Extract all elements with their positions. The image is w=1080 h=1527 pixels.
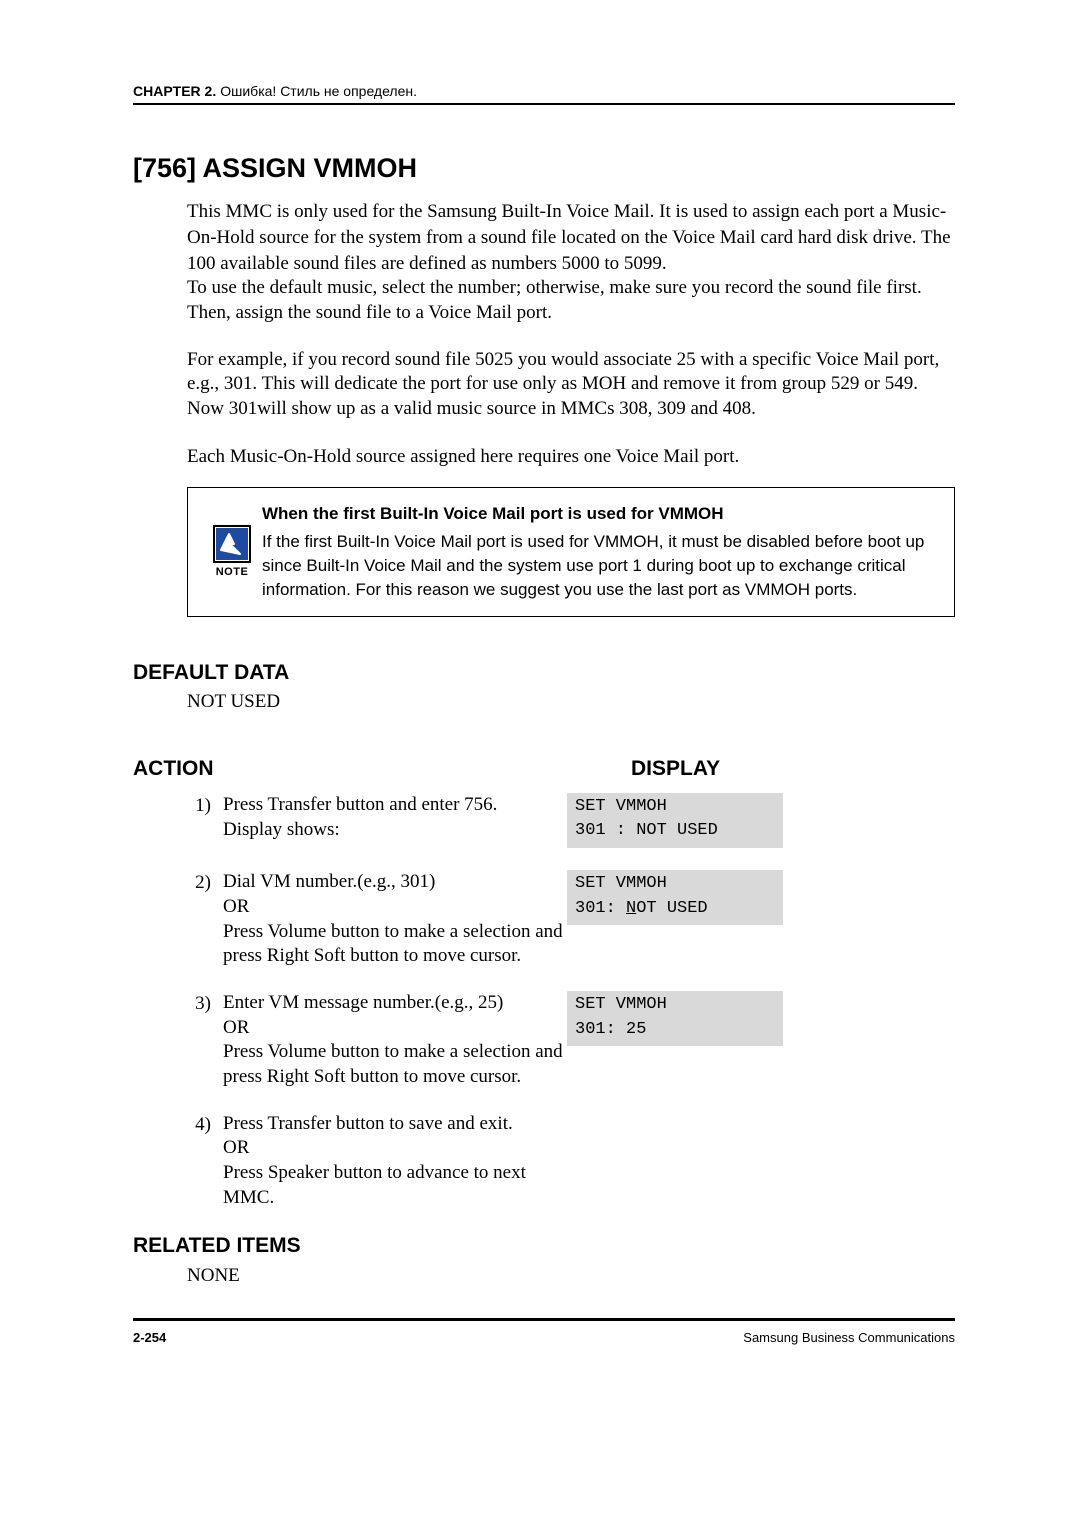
step-number: 2) bbox=[187, 870, 223, 969]
display-line: SET VMMOH bbox=[575, 874, 667, 893]
step-body: Press Transfer button to save and exit. … bbox=[223, 1112, 567, 1211]
note-icon-column: NOTE bbox=[202, 502, 262, 601]
step-text: Press Speaker button to advance to next … bbox=[223, 1162, 526, 1208]
step-row: 1) Press Transfer button and enter 756. … bbox=[133, 793, 955, 848]
step-row: 3) Enter VM message number.(e.g., 25) OR… bbox=[133, 991, 955, 1090]
footer-company: Samsung Business Communications bbox=[743, 1329, 955, 1347]
page-footer: 2-254 Samsung Business Communications bbox=[133, 1329, 955, 1347]
display-line-suffix: OT USED bbox=[636, 899, 707, 918]
display-line-prefix: 301: bbox=[575, 899, 626, 918]
step-text: OR bbox=[223, 896, 249, 917]
step-text: Enter VM message number.(e.g., 25) bbox=[223, 992, 503, 1013]
intro-paragraph-4: Each Music-On-Hold source assigned here … bbox=[187, 444, 955, 470]
action-display-header-row: ACTION DISPLAY bbox=[133, 755, 955, 783]
page-header: CHAPTER 2. Ошибка! Стиль не определен. bbox=[133, 82, 955, 101]
document-page: CHAPTER 2. Ошибка! Стиль не определен. [… bbox=[0, 0, 1080, 1527]
note-icon bbox=[212, 524, 252, 564]
related-items-value: NONE bbox=[187, 1263, 955, 1289]
step-number: 3) bbox=[187, 991, 223, 1090]
display-line: 301: 25 bbox=[575, 1020, 646, 1039]
step-body: Enter VM message number.(e.g., 25) OR Pr… bbox=[223, 991, 567, 1090]
intro-block: This MMC is only used for the Samsung Bu… bbox=[187, 199, 955, 469]
footer-divider bbox=[133, 1318, 955, 1321]
display-heading: DISPLAY bbox=[631, 755, 720, 783]
display-line-underlined: N bbox=[626, 899, 636, 918]
step-body: Dial VM number.(e.g., 301) OR Press Volu… bbox=[223, 870, 567, 969]
display-line: 301 : NOT USED bbox=[575, 821, 718, 840]
step-body: Press Transfer button and enter 756. Dis… bbox=[223, 793, 567, 848]
step-number: 1) bbox=[187, 793, 223, 848]
display-line: SET VMMOH bbox=[575, 995, 667, 1014]
step-text: Press Volume button to make a selection … bbox=[223, 921, 563, 967]
step-text: Press Volume button to make a selection … bbox=[223, 1041, 563, 1087]
display-box: SET VMMOH 301: NOT USED bbox=[567, 870, 783, 925]
related-items-heading: RELATED ITEMS bbox=[133, 1232, 955, 1260]
step-number: 4) bbox=[187, 1112, 223, 1211]
step-text: OR bbox=[223, 1017, 249, 1038]
display-column: SET VMMOH 301 : NOT USED bbox=[567, 793, 783, 848]
intro-paragraph-1: This MMC is only used for the Samsung Bu… bbox=[187, 199, 955, 276]
step-text: Press Transfer button and enter 756. bbox=[223, 794, 497, 815]
note-body: If the first Built-In Voice Mail port is… bbox=[262, 530, 934, 601]
page-title: [756] ASSIGN VMMOH bbox=[133, 150, 955, 186]
display-box: SET VMMOH 301: 25 bbox=[567, 991, 783, 1046]
default-data-heading: DEFAULT DATA bbox=[133, 659, 955, 687]
step-text: Display shows: bbox=[223, 819, 340, 840]
page-number: 2-254 bbox=[133, 1329, 166, 1347]
display-column: SET VMMOH 301: 25 bbox=[567, 991, 783, 1090]
note-title: When the first Built-In Voice Mail port … bbox=[262, 502, 934, 526]
default-data-value: NOT USED bbox=[187, 689, 955, 715]
intro-paragraph-2: To use the default music, select the num… bbox=[187, 276, 955, 325]
step-text: Press Transfer button to save and exit. bbox=[223, 1113, 513, 1134]
intro-paragraph-3: For example, if you record sound file 50… bbox=[187, 348, 955, 422]
step-row: 2) Dial VM number.(e.g., 301) OR Press V… bbox=[133, 870, 955, 969]
step-row: 4) Press Transfer button to save and exi… bbox=[133, 1112, 955, 1211]
note-label: NOTE bbox=[216, 565, 249, 580]
display-box: SET VMMOH 301 : NOT USED bbox=[567, 793, 783, 848]
note-box: NOTE When the first Built-In Voice Mail … bbox=[187, 487, 955, 616]
action-heading: ACTION bbox=[133, 755, 631, 783]
step-text: Dial VM number.(e.g., 301) bbox=[223, 871, 435, 892]
chapter-label: CHAPTER 2. bbox=[133, 82, 216, 101]
display-line: SET VMMOH bbox=[575, 797, 667, 816]
header-divider bbox=[133, 103, 955, 105]
display-column: SET VMMOH 301: NOT USED bbox=[567, 870, 783, 969]
chapter-text: Ошибка! Стиль не определен. bbox=[220, 82, 417, 101]
step-text: OR bbox=[223, 1137, 249, 1158]
note-text-column: When the first Built-In Voice Mail port … bbox=[262, 502, 934, 601]
